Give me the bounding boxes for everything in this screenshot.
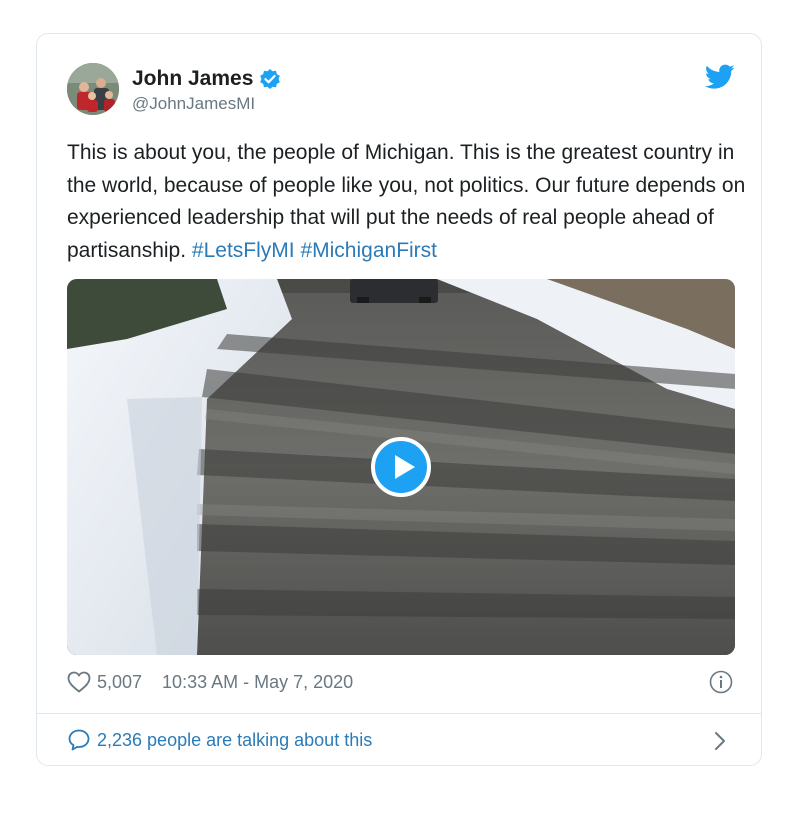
tweet-stats: 5,007 10:33 AM - May 7, 2020 bbox=[67, 671, 353, 693]
chevron-right-icon[interactable] bbox=[713, 730, 727, 752]
tweet-text: This is about you, the people of Michiga… bbox=[67, 137, 747, 267]
twitter-bird-icon[interactable] bbox=[704, 64, 735, 90]
info-icon[interactable] bbox=[709, 670, 733, 694]
author-name[interactable]: John James bbox=[132, 67, 253, 91]
tweet-timestamp[interactable]: 10:33 AM - May 7, 2020 bbox=[162, 672, 353, 693]
verified-badge-icon bbox=[259, 68, 281, 90]
heart-icon[interactable] bbox=[67, 671, 91, 693]
author-name-row: John James bbox=[132, 67, 281, 91]
author-handle[interactable]: @JohnJamesMI bbox=[132, 94, 255, 114]
speech-bubble-icon bbox=[67, 728, 91, 752]
hashtag-michiganfirst[interactable]: #MichiganFirst bbox=[300, 239, 437, 262]
hashtag-letsflymi[interactable]: #LetsFlyMI bbox=[192, 239, 295, 262]
avatar[interactable] bbox=[67, 63, 119, 115]
talking-count: 2,236 people are talking about this bbox=[97, 729, 373, 750]
video-thumbnail[interactable] bbox=[67, 279, 735, 655]
play-icon bbox=[395, 455, 415, 479]
conversation-link[interactable]: 2,236 people are talking about this bbox=[67, 728, 372, 752]
like-count[interactable]: 5,007 bbox=[97, 672, 142, 693]
divider bbox=[37, 713, 761, 714]
play-button[interactable] bbox=[371, 437, 431, 497]
tweet-card: John James @JohnJamesMI This is about yo… bbox=[36, 33, 762, 766]
